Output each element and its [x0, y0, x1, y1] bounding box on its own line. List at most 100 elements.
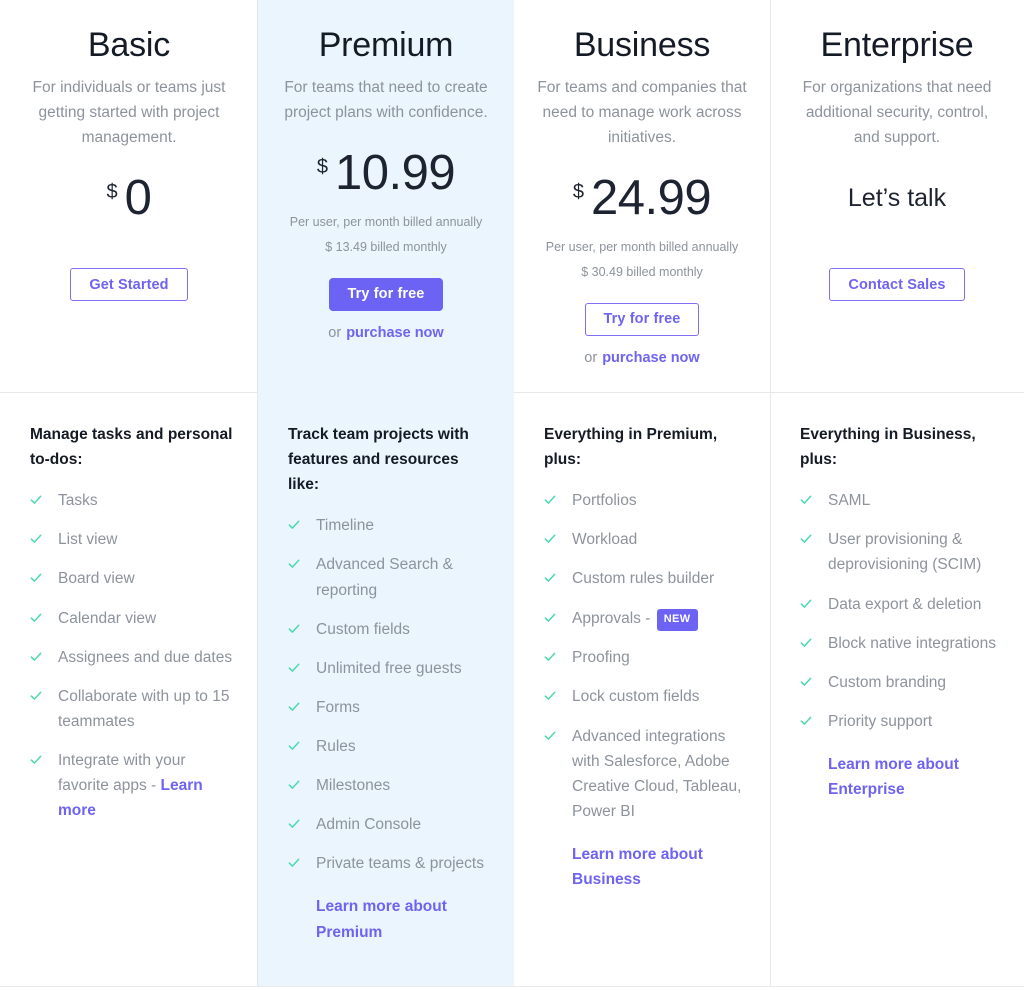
check-icon — [800, 715, 812, 727]
feature-item: SAML — [800, 488, 1002, 513]
purchase-row: or purchase now — [328, 325, 443, 341]
feature-item: List view — [30, 527, 236, 552]
feature-item: Custom branding — [800, 670, 1002, 695]
check-icon — [288, 857, 300, 869]
feature-label: Data export & deletion — [828, 595, 982, 613]
plan-description: For teams and companies that need to man… — [537, 79, 747, 147]
price-amount: Let’s talk — [847, 183, 947, 212]
plan-header-premium: Premium For teams that need to create pr… — [258, 0, 514, 392]
or-label: or — [584, 349, 598, 366]
feature-label: Milestones — [316, 777, 391, 795]
plan-header-basic: Basic For individuals or teams just gett… — [0, 0, 258, 392]
check-icon — [288, 740, 300, 752]
try-for-free-button[interactable]: Try for free — [328, 277, 444, 311]
column-divider-basic-premium — [257, 0, 258, 986]
check-icon — [288, 779, 300, 791]
or-label: or — [328, 324, 342, 341]
get-started-button[interactable]: Get Started — [70, 268, 188, 302]
feature-item: Approvals - NEW — [544, 606, 748, 632]
features-title: Everything in Business, plus: — [800, 426, 976, 469]
feature-label: User provisioning & deprovisioning (SCIM… — [828, 531, 982, 574]
check-icon — [800, 676, 812, 688]
try-for-free-button[interactable]: Try for free — [584, 302, 700, 336]
plan-name: Business — [573, 26, 711, 64]
price-amount: 0 — [124, 170, 152, 225]
feature-list: Tasks List view Board view Calendar view Ass… — [30, 488, 236, 823]
feature-list: Portfolios Workload Custom rules builder Ap… — [544, 488, 748, 824]
check-icon — [288, 558, 300, 570]
feature-label: Portfolios — [572, 492, 637, 510]
plan-name: Enterprise — [820, 26, 974, 64]
new-badge: NEW — [656, 608, 698, 632]
feature-label: Custom fields — [316, 620, 410, 638]
feature-label: SAML — [828, 492, 871, 510]
currency-symbol: $ — [106, 180, 118, 203]
feature-item: Milestones — [288, 773, 492, 798]
feature-label: Priority support — [828, 712, 933, 730]
feature-item: Forms — [288, 695, 492, 720]
feature-item: Tasks — [30, 488, 236, 513]
feature-list: SAML User provisioning & deprovisioning (… — [800, 488, 1002, 734]
features-title: Track team projects with features and re… — [288, 426, 469, 494]
plan-name: Basic — [87, 26, 171, 64]
price: $ 10.99 — [317, 145, 456, 200]
learn-more-link[interactable]: Learn more about Enterprise — [828, 752, 1002, 802]
learn-more-link[interactable]: Learn more about Premium — [316, 894, 492, 944]
billing-info: Per user, per month billed annually $ 13… — [290, 215, 482, 255]
cta-wrap: Try for free or purchase now — [280, 277, 492, 341]
feature-label: Collaborate with up to 15 teammates — [58, 687, 230, 730]
check-icon — [800, 598, 812, 610]
price-block: Let’s talk — [792, 150, 1002, 246]
feature-item: Private teams & projects — [288, 851, 492, 876]
plan-header-business: Business For teams and companies that ne… — [514, 0, 770, 392]
plan-header-enterprise: Enterprise For organizations that need a… — [770, 0, 1024, 392]
check-icon — [30, 690, 42, 702]
feature-item: Portfolios — [544, 488, 748, 513]
feature-label: Tasks — [58, 492, 98, 510]
feature-item: Unlimited free guests — [288, 656, 492, 681]
purchase-now-link[interactable]: purchase now — [602, 350, 700, 366]
feature-item: Custom fields — [288, 617, 492, 642]
bottom-rule — [0, 986, 1024, 987]
feature-item: Collaborate with up to 15 teammates — [30, 684, 236, 734]
feature-item: Board view — [30, 566, 236, 591]
check-icon — [288, 701, 300, 713]
feature-label: Board view — [58, 570, 135, 588]
pricing-table: Basic For individuals or teams just gett… — [0, 0, 1024, 990]
feature-label: Workload — [572, 531, 638, 549]
plan-description: For individuals or teams just getting st… — [32, 79, 226, 147]
check-icon — [800, 494, 812, 506]
features-title: Everything in Premium, plus: — [544, 426, 718, 469]
feature-item: Priority support — [800, 709, 1002, 734]
feature-label: List view — [58, 531, 118, 549]
purchase-now-link[interactable]: purchase now — [346, 325, 444, 341]
billing-monthly: $ 13.49 billed monthly — [325, 239, 447, 254]
features-enterprise: Everything in Business, plus: SAML User p… — [770, 392, 1024, 990]
check-icon — [288, 519, 300, 531]
cta-wrap: Try for free or purchase now — [536, 302, 748, 366]
feature-item: Data export & deletion — [800, 592, 1002, 617]
check-icon — [800, 637, 812, 649]
billing-annual: Per user, per month billed annually — [545, 240, 739, 255]
price-block: $ 10.99 — [280, 125, 492, 221]
contact-sales-button[interactable]: Contact Sales — [829, 268, 965, 302]
feature-item: Workload — [544, 527, 748, 552]
feature-label: Lock custom fields — [572, 688, 700, 706]
price-block: $ 24.99 — [536, 150, 748, 246]
feature-item: User provisioning & deprovisioning (SCIM… — [800, 527, 1002, 577]
learn-more-link[interactable]: Learn more about Business — [572, 842, 748, 892]
price-amount: 10.99 — [335, 145, 456, 200]
feature-label: Calendar view — [58, 609, 157, 627]
feature-label: Advanced Search & reporting — [316, 556, 454, 599]
feature-label: Private teams & projects — [316, 855, 484, 873]
check-icon — [544, 494, 556, 506]
price-amount: 24.99 — [591, 170, 712, 225]
check-icon — [800, 533, 812, 545]
learn-more-inline-link[interactable]: Learn more — [58, 777, 203, 819]
feature-item: Custom rules builder — [544, 566, 748, 591]
check-icon — [30, 533, 42, 545]
section-divider-right — [514, 392, 1024, 393]
check-icon — [288, 623, 300, 635]
check-icon — [288, 662, 300, 674]
price: $ 0 — [106, 170, 152, 225]
